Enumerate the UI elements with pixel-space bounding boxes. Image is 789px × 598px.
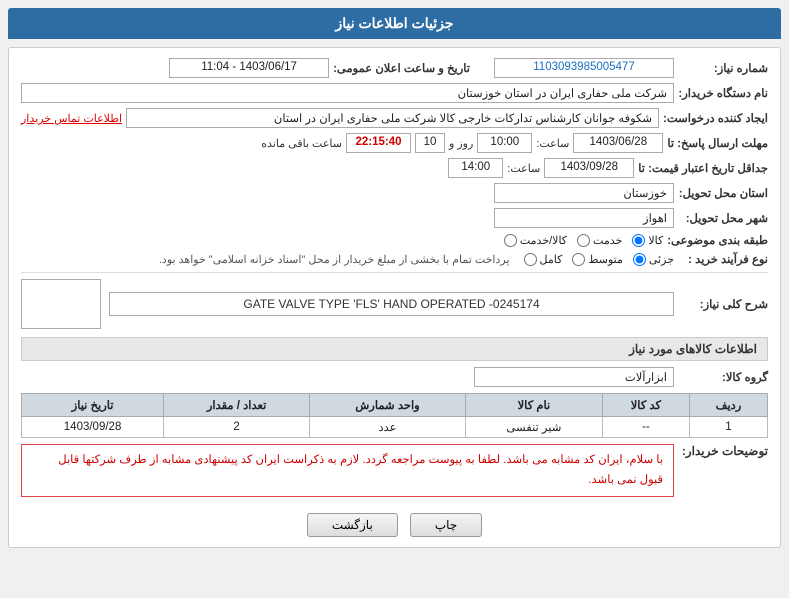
city-row: شهر محل تحویل: اهواز [21,208,768,228]
main-card: شماره نیاز: 1103093985005477 تاریخ و ساع… [8,47,781,548]
goods-table-container: ردیف کد کالا نام کالا واحد شمارش تعداد /… [21,393,768,438]
category-label: طبقه بندی موضوعی: [667,233,768,247]
table-header-row: ردیف کد کالا نام کالا واحد شمارش تعداد /… [22,394,768,417]
goods-group-label: گروه کالا: [678,370,768,384]
purchase-type-label: نوع فرآیند خرید : [678,252,768,266]
response-time: 10:00 [477,133,532,153]
remaining-time: 22:15:40 [346,133,411,153]
datetime-value: 1403/06/17 - 11:04 [169,58,329,78]
cell-code: -- [602,417,689,438]
province-label: استان محل تحویل: [678,186,768,200]
need-desc-label: شرح کلی نیاز: [678,297,768,311]
city-value: اهواز [494,208,674,228]
cell-date: 1403/09/28 [22,417,164,438]
bottom-buttons: چاپ بازگشت [21,513,768,537]
goods-table: ردیف کد کالا نام کالا واحد شمارش تعداد /… [21,393,768,438]
cell-name: شیر تنفسی [465,417,602,438]
need-number-label: شماره نیاز: [678,61,768,75]
col-name: نام کالا [465,394,602,417]
price-time: 14:00 [448,158,503,178]
cell-qty: 2 [164,417,310,438]
goods-group-value: ابزارآلات [474,367,674,387]
need-desc-value: GATE VALVE TYPE 'FLS' HAND OPERATED -024… [109,292,674,316]
price-date: 1403/09/28 [544,158,634,178]
city-label: شهر محل تحویل: [678,211,768,225]
response-time-label: ساعت: [536,137,569,150]
category-option-goods-service[interactable]: کالا/خدمت [504,234,567,247]
category-option-service[interactable]: خدمت [577,234,622,247]
response-days: 10 [415,133,445,153]
province-row: استان محل تحویل: خوزستان [21,183,768,203]
response-day-label: روز و [449,137,473,150]
buyer-label: نام دستگاه خریدار: [678,86,768,100]
page-wrapper: جزئیات اطلاعات نیاز شماره نیاز: 11030939… [0,0,789,598]
col-row: ردیف [689,394,767,417]
back-button[interactable]: بازگشت [307,513,398,537]
response-deadline-row: مهلت ارسال پاسخ: تا 1403/06/28 ساعت: 10:… [21,133,768,153]
need-desc-image-box [21,279,101,329]
datetime-label: تاریخ و ساعت اعلان عمومی: [333,61,470,75]
buyer-row: نام دستگاه خریدار: شرکت ملی حفاری ایران … [21,83,768,103]
creator-row: ایجاد کننده درخواست: شکوفه جوانان کارشنا… [21,108,768,128]
col-code: کد کالا [602,394,689,417]
price-time-label: ساعت: [507,162,540,175]
purchase-option-partial[interactable]: جزئی [633,253,674,266]
print-button[interactable]: چاپ [410,513,482,537]
contact-link[interactable]: اطلاعات تماس خریدار [21,112,122,125]
province-value: خوزستان [494,183,674,203]
purchase-option-full[interactable]: کامل [524,253,563,266]
category-option-goods[interactable]: کالا [632,234,663,247]
need-number-row: شماره نیاز: 1103093985005477 تاریخ و ساع… [21,58,768,78]
col-date: تاریخ نیاز [22,394,164,417]
remaining-label: ساعت باقی مانده [261,137,342,150]
purchase-type-row: نوع فرآیند خرید : کامل متوسط جزئی پرداخت… [21,252,768,266]
page-title: جزئیات اطلاعات نیاز [335,15,453,31]
purchase-note: پرداخت تمام با بخشی از مبلغ خریدار از مح… [159,253,510,266]
creator-label: ایجاد کننده درخواست: [663,111,768,125]
col-unit: واحد شمارش [310,394,466,417]
goods-info-header: اطلاعات کالاهای مورد نیاز [21,337,768,361]
page-header: جزئیات اطلاعات نیاز [8,8,781,39]
price-deadline-label: جداقل تاریخ اعتبار قیمت: تا [638,161,768,175]
buyer-note-text: با سلام، ایران کد مشابه می باشد. لطفا به… [21,444,674,497]
cell-row: 1 [689,417,767,438]
response-deadline-label: مهلت ارسال پاسخ: تا [667,136,768,150]
purchase-option-medium[interactable]: متوسط [572,253,623,266]
price-deadline-row: جداقل تاریخ اعتبار قیمت: تا 1403/09/28 س… [21,158,768,178]
response-date: 1403/06/28 [573,133,663,153]
cell-unit: عدد [310,417,466,438]
col-qty: تعداد / مقدار [164,394,310,417]
purchase-radio-group: کامل متوسط جزئی [524,253,674,266]
buyer-note-label: توضیحات خریدار: [678,444,768,458]
table-row: 1 -- شیر تنفسی عدد 2 1403/09/28 [22,417,768,438]
need-desc-row: شرح کلی نیاز: GATE VALVE TYPE 'FLS' HAND… [21,279,768,329]
category-row: طبقه بندی موضوعی: کالا/خدمت خدمت کالا [21,233,768,247]
goods-group-row: گروه کالا: ابزارآلات [21,367,768,387]
buyer-value: شرکت ملی حفاری ایران در استان خوزستان [21,83,674,103]
category-radio-group: کالا/خدمت خدمت کالا [504,234,663,247]
creator-value: شکوفه جوانان کارشناس تدارکات خارجی کالا … [126,108,659,128]
buyer-note-row: توضیحات خریدار: با سلام، ایران کد مشابه … [21,444,768,503]
need-number-value: 1103093985005477 [494,58,674,78]
